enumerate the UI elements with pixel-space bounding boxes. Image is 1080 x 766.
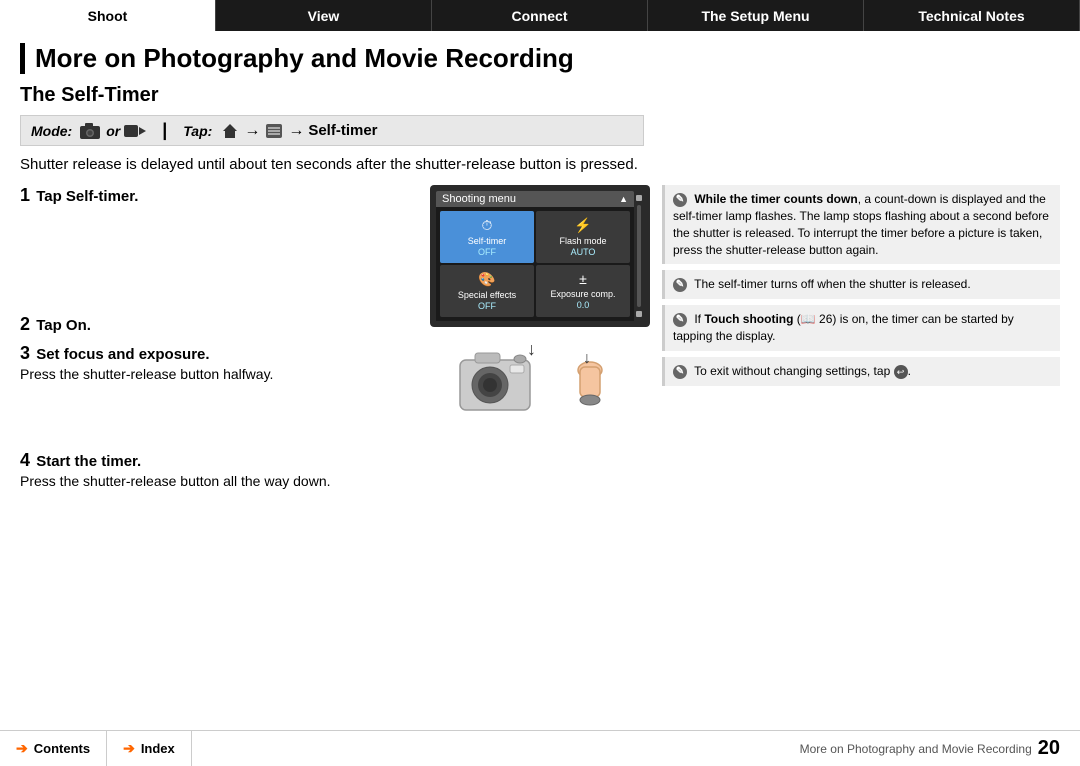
step3-spacer [20, 390, 418, 450]
nav-connect[interactable]: Connect [432, 0, 648, 31]
screen-cell-exposure: ± Exposure comp. 0.0 [536, 265, 630, 317]
scroll-up [636, 195, 642, 201]
middle-images: Shooting menu ▲ ⏱ Self-timer OFF ⚡ [430, 185, 650, 497]
screen-cell-flash: ⚡ Flash mode AUTO [536, 211, 630, 263]
menu-box-icon [266, 124, 282, 138]
arrow-icon-1: → [244, 122, 260, 140]
note-icon-4: ✎ [673, 365, 687, 379]
index-arrow: ➔ [123, 740, 135, 757]
bottom-bar: ➔ Contents ➔ Index More on Photography a… [0, 730, 1080, 766]
screen-cell-special-effects: 🎨 Special effects OFF [440, 265, 534, 317]
self-timer-label: Self-timer [308, 122, 377, 139]
contents-link[interactable]: ➔ Contents [0, 731, 107, 766]
hand-press-svg: ↓ [555, 345, 625, 415]
note-4: ✎ To exit without changing settings, tap… [662, 357, 1060, 386]
tap-separator: | [162, 120, 167, 141]
steps-column: 1 Tap Self-timer. 2 Tap On. 3 Set focus … [20, 185, 418, 497]
note-icon-2: ✎ [673, 278, 687, 292]
bottom-links: ➔ Contents ➔ Index [0, 731, 300, 766]
screen-mockup: Shooting menu ▲ ⏱ Self-timer OFF ⚡ [430, 185, 650, 327]
nav-technical-notes[interactable]: Technical Notes [864, 0, 1080, 31]
mode-bar: Mode: or | Tap: → → Self-timer [20, 115, 644, 146]
step-2: 2 Tap On. [20, 314, 418, 335]
bottom-right: More on Photography and Movie Recording … [300, 737, 1080, 760]
tap-label: Tap: [183, 123, 212, 139]
nav-shoot[interactable]: Shoot [0, 0, 216, 31]
back-icon: ↩ [894, 365, 908, 379]
mode-label: Mode: [31, 123, 72, 139]
home-icon [222, 123, 238, 139]
scroll-track [637, 205, 641, 307]
svg-text:↓: ↓ [527, 345, 536, 359]
index-link[interactable]: ➔ Index [107, 731, 192, 766]
movie-icon [124, 123, 146, 139]
section-title: The Self-Timer [20, 84, 1060, 107]
nav-setup-menu[interactable]: The Setup Menu [648, 0, 864, 31]
step-3: 3 Set focus and exposure. Press the shut… [20, 343, 418, 382]
page-title: More on Photography and Movie Recording [20, 43, 1060, 74]
step-1: 1 Tap Self-timer. [20, 185, 418, 206]
top-navigation: Shoot View Connect The Setup Menu Techni… [0, 0, 1080, 31]
contents-arrow: ➔ [16, 740, 28, 757]
content-grid: 1 Tap Self-timer. 2 Tap On. 3 Set focus … [20, 185, 1060, 497]
camera-icon [80, 123, 100, 139]
camera-illustration: ↓ ↓ [455, 345, 625, 415]
svg-text:↓: ↓ [583, 350, 591, 367]
nav-view[interactable]: View [216, 0, 432, 31]
note-3: ✎ If Touch shooting (📖 26) is on, the ti… [662, 305, 1060, 351]
note-1: ✎ While the timer counts down, a count-d… [662, 185, 1060, 264]
note-icon-3: ✎ [673, 313, 687, 327]
intro-text: Shutter release is delayed until about t… [20, 156, 1060, 173]
step1-spacer [20, 214, 418, 314]
note-2: ✎ The self-timer turns off when the shut… [662, 270, 1060, 299]
mode-or: or [106, 123, 120, 139]
arrow-icon-2: → [288, 122, 304, 140]
note-icon-1: ✎ [673, 193, 687, 207]
notes-column: ✎ While the timer counts down, a count-d… [662, 185, 1060, 497]
screen-title-bar: Shooting menu ▲ [436, 191, 634, 207]
camera-body-svg: ↓ [455, 345, 545, 415]
screen-grid: ⏱ Self-timer OFF ⚡ Flash mode AUTO 🎨 [436, 207, 634, 321]
scroll-down [636, 311, 642, 317]
step-4: 4 Start the timer. Press the shutter-rel… [20, 450, 418, 489]
main-content: More on Photography and Movie Recording … [0, 31, 1080, 730]
screen-cell-self-timer: ⏱ Self-timer OFF [440, 211, 534, 263]
